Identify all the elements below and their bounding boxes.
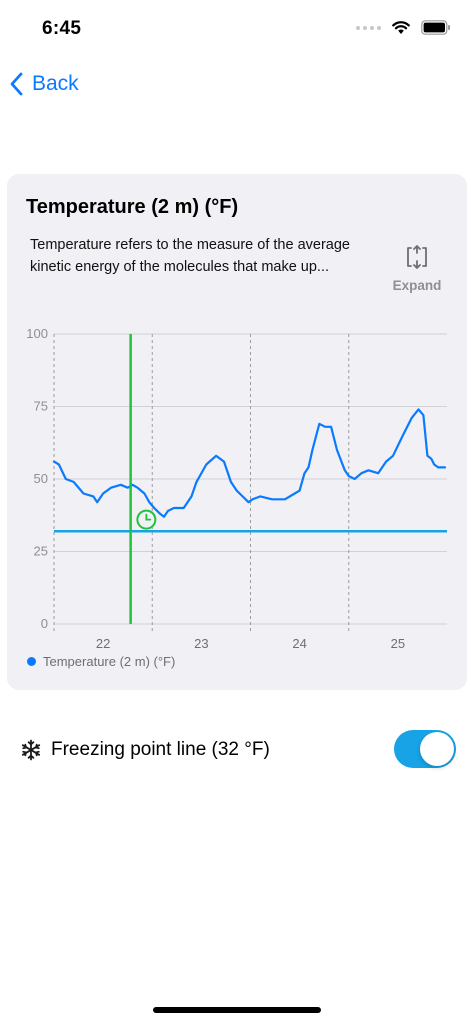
expand-button[interactable]: Expand	[387, 244, 447, 293]
legend-label: Temperature (2 m) (°F)	[43, 654, 176, 669]
back-button[interactable]: Back	[10, 66, 79, 102]
y-tick-label: 0	[41, 616, 48, 631]
signal-dots-icon	[356, 25, 381, 30]
freezing-point-label: Freezing point line (32 °F)	[51, 739, 270, 760]
status-bar: 6:45	[0, 0, 473, 60]
x-tick-label: 22	[96, 636, 110, 651]
x-tick-label: 23	[194, 636, 208, 651]
chevron-left-icon	[10, 72, 23, 96]
x-tick-label: 25	[391, 636, 405, 651]
expand-icon	[407, 245, 427, 269]
chart-card: Temperature (2 m) (°F) Temperature refer…	[7, 174, 467, 690]
back-label: Back	[32, 72, 79, 95]
freezing-point-toggle[interactable]	[394, 730, 456, 768]
status-icons	[356, 20, 451, 35]
temperature-chart[interactable]: 0 25 50 75 100 22 23 24 25	[7, 324, 467, 654]
y-tick-label: 25	[34, 544, 48, 559]
screen: 6:45 Back Temperature (2 m) (°F) Tempera…	[0, 0, 473, 1024]
y-tick-label: 100	[26, 326, 48, 341]
chart-legend: Temperature (2 m) (°F)	[27, 654, 175, 669]
snowflake-icon	[21, 739, 41, 761]
toggle-knob	[420, 732, 454, 766]
y-tick-label: 75	[34, 399, 48, 414]
temperature-series-line	[52, 408, 447, 518]
freezing-point-setting: Freezing point line (32 °F)	[0, 728, 473, 774]
legend-dot	[27, 657, 36, 666]
expand-label: Expand	[392, 278, 442, 293]
y-tick-label: 50	[34, 471, 48, 486]
battery-icon	[421, 20, 450, 35]
card-description: Temperature refers to the measure of the…	[30, 237, 350, 275]
wifi-icon	[392, 21, 410, 34]
status-time: 6:45	[42, 18, 82, 39]
card-title: Temperature (2 m) (°F)	[26, 196, 239, 218]
home-indicator	[153, 1007, 321, 1013]
x-tick-label: 24	[292, 636, 306, 651]
